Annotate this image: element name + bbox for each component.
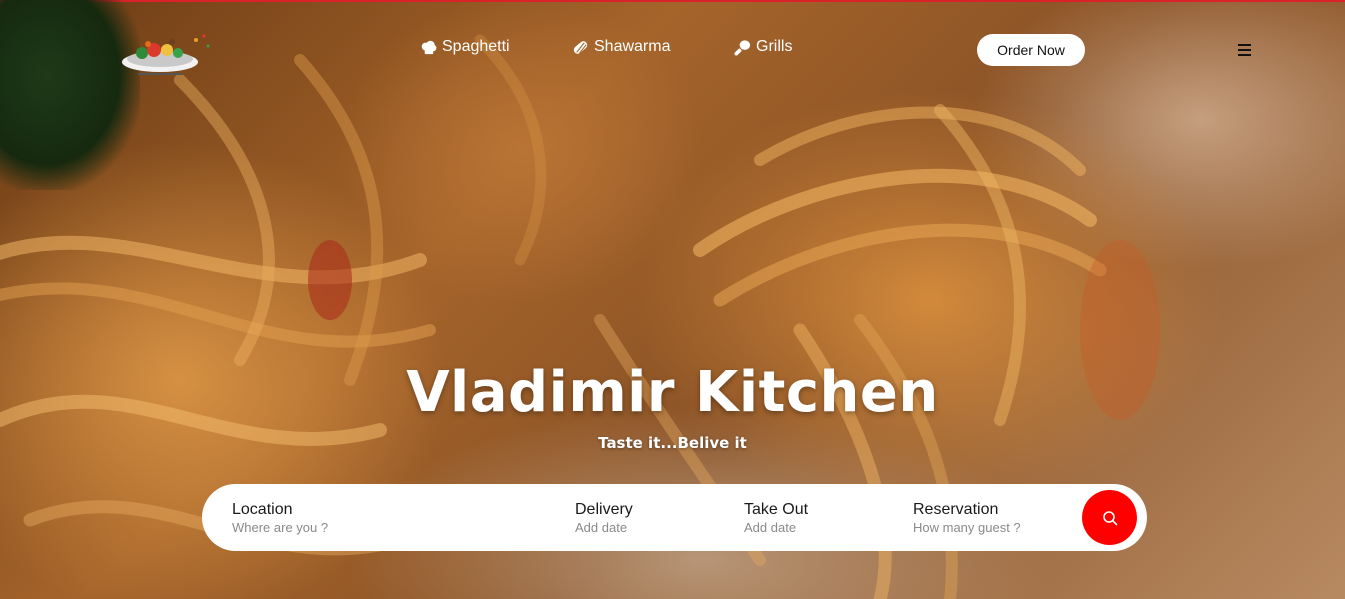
cloud-food-icon (421, 40, 437, 54)
nav-item-spaghetti[interactable]: Spaghetti (420, 38, 510, 56)
page-title: Vladimir Kitchen (406, 360, 939, 425)
nav-label: Grills (756, 38, 793, 55)
reservation-field[interactable]: Reservation (913, 501, 1053, 535)
top-accent-line (0, 0, 1345, 2)
location-label: Location (232, 501, 293, 518)
hamburger-menu-icon[interactable] (1238, 41, 1256, 59)
delivery-label: Delivery (575, 501, 633, 518)
search-icon (1102, 510, 1117, 525)
nav-label: Shawarma (594, 38, 671, 55)
main-nav: Spaghetti Shawarma Grills (0, 38, 1345, 62)
location-field[interactable]: Location (232, 501, 372, 535)
order-now-button[interactable]: Order Now (977, 34, 1085, 66)
tagline: Taste it...Belive it (598, 434, 747, 452)
delivery-date-input[interactable] (575, 520, 715, 535)
search-bar: Location Delivery Take Out Reservation (202, 484, 1147, 551)
takeout-label: Take Out (744, 501, 809, 518)
reservation-label: Reservation (913, 501, 999, 518)
parsley-garnish (0, 0, 140, 190)
drumstick-icon (734, 39, 751, 56)
nav-label: Spaghetti (442, 38, 510, 55)
delivery-field[interactable]: Delivery (575, 501, 715, 535)
search-button[interactable] (1082, 490, 1137, 545)
takeout-field[interactable]: Take Out (744, 501, 884, 535)
location-input[interactable] (232, 520, 372, 535)
guest-count-input[interactable] (913, 520, 1053, 535)
nav-item-grills[interactable]: Grills (734, 38, 792, 56)
takeout-date-input[interactable] (744, 520, 884, 535)
nav-item-shawarma[interactable]: Shawarma (572, 38, 670, 56)
bread-roll-icon (573, 40, 588, 54)
